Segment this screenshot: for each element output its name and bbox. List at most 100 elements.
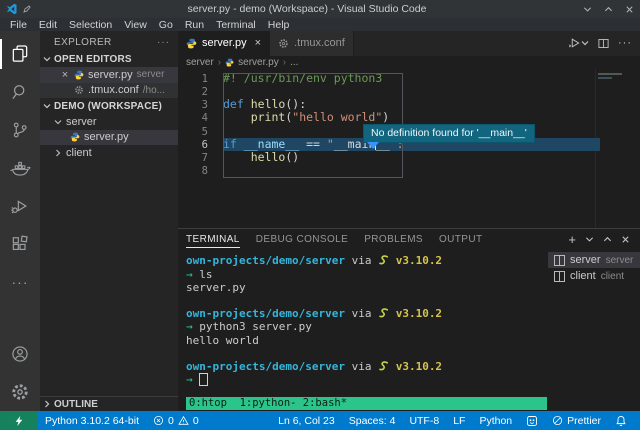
line-number: 6 — [201, 138, 208, 151]
chevron-up-icon[interactable] — [603, 235, 612, 244]
code-editor[interactable]: 1 #! /usr/bin/env python3 2 3 def hello(): 4 … — [178, 68, 640, 229]
remote-icon — [14, 415, 24, 427]
folder-client[interactable]: client — [40, 145, 178, 161]
settings-icon — [10, 382, 30, 402]
maximize-icon[interactable] — [604, 5, 613, 14]
line-number: 5 — [201, 125, 208, 138]
close-panel-icon[interactable] — [621, 235, 630, 244]
outline-section-header[interactable]: OUTLINE — [40, 396, 178, 411]
open-editors-section-header[interactable]: OPEN EDITORS — [40, 51, 178, 67]
menu-selection[interactable]: Selection — [63, 19, 118, 31]
more-actions-icon[interactable]: ··· — [618, 37, 632, 49]
python-interpreter-status[interactable]: Python 3.10.2 64-bit — [38, 415, 146, 427]
warning-icon — [178, 415, 189, 426]
remote-indicator[interactable] — [0, 411, 38, 430]
sidebar-item-docker[interactable] — [0, 149, 40, 187]
code-line-7[interactable]: 7 hello() — [178, 150, 640, 165]
file-server-py[interactable]: server.py — [40, 129, 178, 145]
open-editor-detail: server — [136, 69, 165, 81]
open-editor-label: .tmux.conf — [88, 84, 139, 97]
settings-button[interactable] — [0, 373, 40, 411]
new-terminal-icon[interactable]: + — [568, 232, 576, 247]
menu-file[interactable]: File — [4, 19, 33, 31]
terminal-split-icon — [554, 254, 565, 266]
terminal-list-item-server[interactable]: server server — [548, 252, 640, 269]
chevron-down-icon — [54, 118, 62, 126]
python-snake-emoji — [378, 254, 389, 265]
cursor-position-status[interactable]: Ln 6, Col 23 — [271, 415, 342, 427]
terminal-line: server.py — [186, 280, 246, 294]
accounts-button[interactable] — [0, 335, 40, 373]
panel-tab-terminal[interactable]: TERMINAL — [186, 232, 240, 248]
tab-server-py[interactable]: server.py × — [178, 31, 271, 56]
panel-tab-debug-console[interactable]: DEBUG CONSOLE — [256, 232, 348, 247]
panel-actions: + — [568, 232, 640, 247]
close-icon[interactable] — [625, 5, 634, 14]
titlebar-pencil-icon — [23, 5, 31, 13]
breadcrumb-item-symbol[interactable]: ... — [290, 57, 298, 68]
menu-help[interactable]: Help — [262, 19, 296, 31]
sidebar-item-source-control[interactable] — [0, 111, 40, 149]
account-icon — [10, 344, 30, 364]
line-number: 2 — [201, 86, 208, 99]
hover-tooltip: No definition found for '__main__' — [363, 123, 535, 143]
python-snake-emoji — [378, 360, 389, 371]
sidebar-item-explorer[interactable] — [0, 35, 40, 73]
folder-server[interactable]: server — [40, 114, 178, 130]
sidebar-item-search[interactable] — [0, 73, 40, 111]
menu-go[interactable]: Go — [153, 19, 179, 31]
chevron-right-icon — [54, 149, 62, 157]
code-line-8[interactable]: 8 — [178, 164, 640, 177]
menu-bar: File Edit Selection View Go Run Terminal Help — [0, 18, 640, 31]
run-icon[interactable] — [567, 36, 589, 50]
breadcrumb-item-server-py[interactable]: server.py — [238, 57, 279, 68]
workspace-section-header[interactable]: DEMO (WORKSPACE) — [40, 98, 178, 114]
sidebar-item-extensions[interactable] — [0, 225, 40, 263]
notifications-bell-icon[interactable] — [608, 415, 634, 427]
more-views-button[interactable]: ··· — [0, 263, 40, 301]
open-editor-server-py[interactable]: × server.py server — [40, 67, 178, 83]
python-icon — [225, 58, 234, 67]
activity-bar: ··· — [0, 31, 40, 411]
minimap[interactable] — [598, 72, 622, 81]
explorer-more-actions-icon[interactable]: ··· — [157, 37, 170, 48]
feedback-smiley-icon[interactable] — [519, 415, 545, 427]
circle-slash-icon — [552, 415, 563, 426]
terminal-list-item-client[interactable]: client client — [548, 268, 640, 284]
code-line-4[interactable]: 4 print("hello world") — [178, 111, 640, 125]
menu-run[interactable]: Run — [179, 19, 210, 31]
tab-label: .tmux.conf — [294, 37, 345, 50]
indentation-status[interactable]: Spaces: 4 — [342, 415, 403, 427]
menu-terminal[interactable]: Terminal — [210, 19, 262, 31]
bottom-panel: TERMINAL DEBUG CONSOLE PROBLEMS OUTPUT + ow… — [178, 228, 640, 411]
line-number: 7 — [201, 152, 208, 165]
warning-count: 0 — [192, 414, 199, 427]
minimize-icon[interactable] — [583, 5, 592, 14]
terminal-output[interactable]: own-projects/demo/server via v3.10.2 → ls… — [178, 250, 548, 411]
terminal-line: → python3 server.py — [186, 320, 312, 334]
sidebar-item-run-debug[interactable] — [0, 187, 40, 225]
terminal-line: → — [186, 373, 548, 387]
tab-tmux-conf[interactable]: .tmux.conf — [270, 31, 354, 56]
explorer-sidebar: EXPLORER ··· OPEN EDITORS × server.py se… — [40, 31, 178, 411]
eol-status[interactable]: LF — [446, 415, 472, 427]
encoding-status[interactable]: UTF-8 — [402, 415, 446, 427]
close-tab-icon[interactable]: × — [255, 37, 261, 49]
gear-icon — [278, 38, 289, 49]
split-editor-icon[interactable] — [597, 37, 610, 50]
problems-status[interactable]: 0 0 — [146, 415, 206, 427]
panel-tab-output[interactable]: OUTPUT — [439, 232, 483, 247]
menu-view[interactable]: View — [118, 19, 153, 31]
menu-edit[interactable]: Edit — [33, 19, 63, 31]
chevron-down-icon[interactable] — [585, 235, 594, 244]
breadcrumb-item-server[interactable]: server — [186, 57, 214, 68]
panel-tab-problems[interactable]: PROBLEMS — [364, 232, 423, 247]
language-mode-status[interactable]: Python — [472, 415, 519, 427]
close-editor-icon[interactable]: × — [60, 69, 70, 81]
open-editor-tmux-conf[interactable]: .tmux.conf /ho... — [40, 82, 178, 98]
tmux-status-bar: 0:htop 1:python- 2:bash* — [186, 397, 547, 410]
terminal-line: → ls — [186, 267, 213, 281]
code-line-1[interactable]: 1 #! /usr/bin/env python3 — [178, 71, 640, 85]
prettier-status[interactable]: Prettier — [545, 415, 608, 427]
